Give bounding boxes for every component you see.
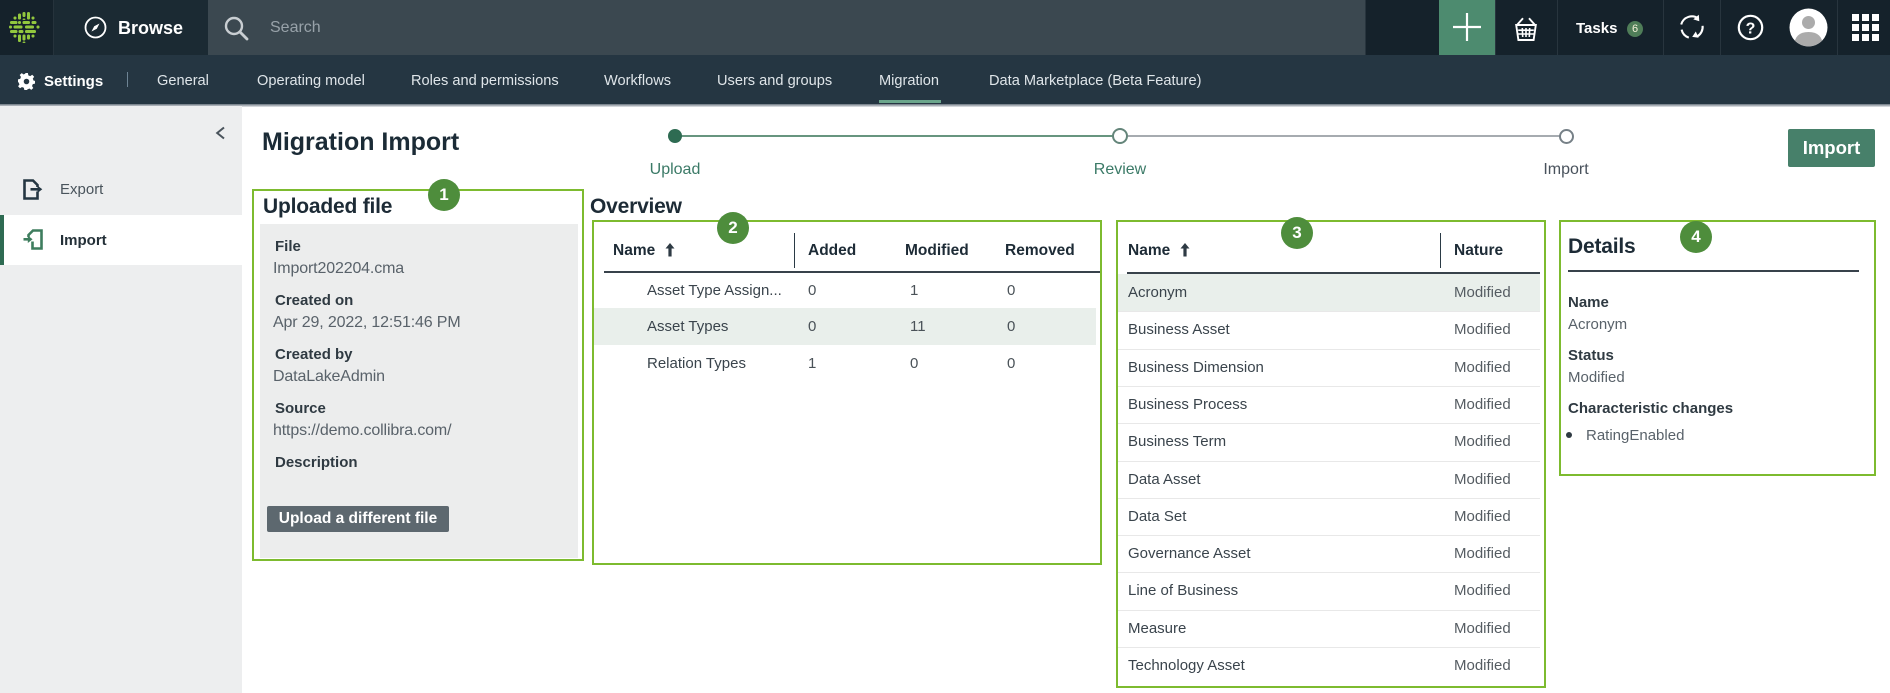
svg-text:?: ? <box>1746 21 1756 38</box>
